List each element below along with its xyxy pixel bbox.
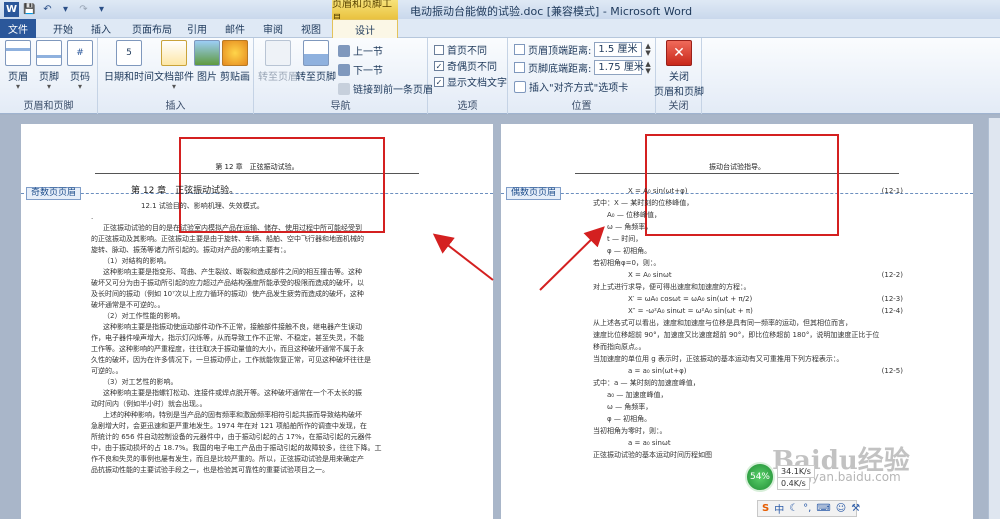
sogou-icon[interactable]: S [762, 503, 769, 514]
arrow-left-annotation [432, 233, 494, 281]
ime-mode[interactable]: 中 [774, 501, 784, 516]
memory-percent-badge[interactable]: 54% [745, 462, 775, 492]
download-speed-value: 0.4K/s [781, 479, 806, 488]
wrench-icon[interactable]: ⚒ [851, 503, 860, 514]
moon-icon[interactable]: ☾ [789, 503, 798, 514]
ime-toolbar[interactable]: S 中 ☾ °, ⌨ ☺ ⚒ [757, 500, 860, 517]
upload-speed-value: 34.1K/s [781, 467, 811, 476]
keyboard-icon[interactable]: ⌨ [816, 503, 830, 514]
download-speed: 0.4K/s [777, 477, 810, 490]
user-icon[interactable]: ☺ [836, 503, 846, 514]
speed-widget[interactable]: 54% 34.1K/s 0.4K/s [745, 462, 835, 492]
punctuation-icon[interactable]: °, [803, 503, 811, 514]
arrow-right-annotation [539, 226, 605, 291]
